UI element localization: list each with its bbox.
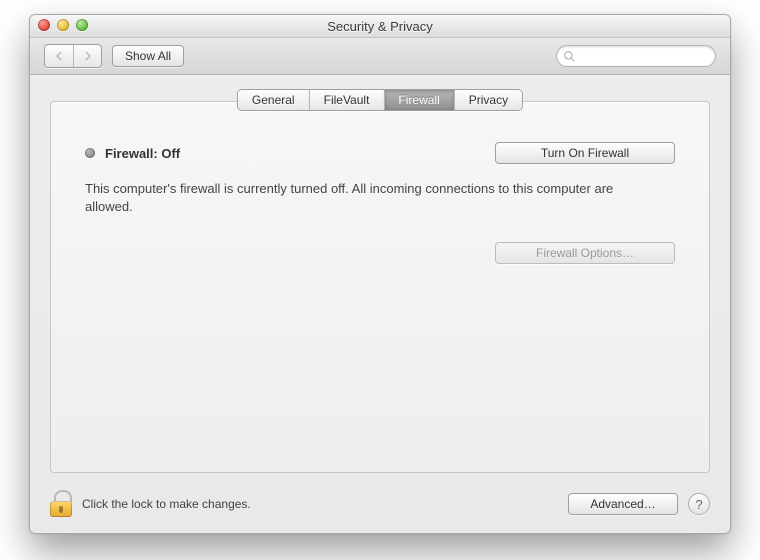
- back-button[interactable]: [45, 45, 73, 67]
- firewall-description: This computer's firewall is currently tu…: [85, 180, 645, 216]
- turn-on-firewall-button[interactable]: Turn On Firewall: [495, 142, 675, 164]
- zoom-window-button[interactable]: [76, 19, 88, 31]
- search-field[interactable]: [556, 45, 716, 67]
- status-indicator-icon: [85, 148, 95, 158]
- advanced-button[interactable]: Advanced…: [568, 493, 678, 515]
- nav-segmented-control: [44, 44, 102, 68]
- titlebar: Security & Privacy: [30, 15, 730, 38]
- content-panel: General FileVault Firewall Privacy Firew…: [50, 101, 710, 473]
- preferences-window: Security & Privacy Show All: [29, 14, 731, 534]
- window-title: Security & Privacy: [327, 19, 432, 34]
- window-controls: [38, 19, 88, 31]
- forward-button[interactable]: [73, 45, 101, 67]
- lock-icon[interactable]: [50, 491, 72, 517]
- tab-bar: General FileVault Firewall Privacy: [237, 89, 523, 111]
- tab-firewall[interactable]: Firewall: [383, 90, 453, 110]
- toolbar: Show All: [30, 38, 730, 75]
- search-input[interactable]: [581, 48, 707, 64]
- tab-privacy[interactable]: Privacy: [454, 90, 522, 110]
- firewall-options-button[interactable]: Firewall Options…: [495, 242, 675, 264]
- show-all-button[interactable]: Show All: [112, 45, 184, 67]
- firewall-status-label: Firewall: Off: [105, 146, 180, 161]
- help-button[interactable]: ?: [688, 493, 710, 515]
- close-window-button[interactable]: [38, 19, 50, 31]
- chevron-left-icon: [55, 49, 64, 64]
- firewall-pane: Firewall: Off Turn On Firewall This comp…: [51, 102, 709, 284]
- tab-filevault[interactable]: FileVault: [309, 90, 384, 110]
- minimize-window-button[interactable]: [57, 19, 69, 31]
- lock-hint-label: Click the lock to make changes.: [82, 497, 558, 511]
- tab-general[interactable]: General: [238, 90, 309, 110]
- chevron-right-icon: [83, 49, 92, 64]
- footer: Click the lock to make changes. Advanced…: [30, 487, 730, 533]
- help-icon: ?: [695, 497, 702, 512]
